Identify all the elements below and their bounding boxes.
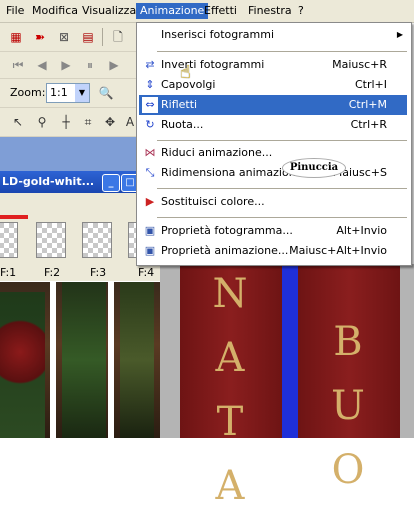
menu-item-ridimensiona-animazione[interactable]: ⤡ Ridimensiona animazione... Maiusc+S [139,163,407,183]
grid-icon[interactable]: ▦ [8,29,24,45]
frame-thumbnail[interactable] [82,222,112,258]
frame-thumbnail[interactable] [36,222,66,258]
vertical-text-left: N A T A [210,262,250,518]
menu-item-label: Proprietà fotogramma... [161,224,293,237]
menu-item-label: Proprietà animazione... [161,244,289,257]
resize-icon: ⤡ [145,166,155,179]
layers-icon[interactable]: ▤ [80,29,96,45]
tree-image [62,282,106,438]
toolbar-standard: ▦ ➽ ⊠ ▤ 🗋 [0,23,136,52]
animazione-menu: Inserisci fotogrammi ▶ ⇄ Inverti fotogra… [136,22,412,266]
menu-separator [157,51,407,52]
menu-item-label: Riduci animazione... [161,146,273,159]
animation-properties-icon: ▣ [144,244,156,257]
frame-label: F:1 [0,266,17,279]
letter: B [333,319,363,365]
letter: T [216,399,244,445]
replace-color-icon: ▶ [145,195,155,208]
menu-effetti[interactable]: Effetti [200,3,241,19]
toolbar-separator [102,28,103,46]
divider [50,282,56,438]
frame-properties-icon: ▣ [144,224,156,237]
menu-item-ruota[interactable]: ↻ Ruota... Ctrl+R [139,115,407,135]
zoom-select[interactable]: 1:1 ▼ [46,83,90,103]
pointer-icon[interactable]: ↖ [10,114,26,130]
chevron-down-icon[interactable]: ▼ [75,84,89,102]
reverse-frames-icon: ⇄ [145,58,155,71]
menu-separator [157,140,407,141]
menu-item-shortcut: Ctrl+M [348,98,387,111]
menu-item-shortcut: Maiusc+Alt+Invio [289,244,387,257]
zoom-in-icon[interactable]: 🔍 [98,85,114,101]
toolbar-zoom: Zoom: 1:1 ▼ 🔍 [0,79,136,108]
mirror-horizontal-icon: ⇔ [142,97,158,113]
letter: A [215,463,245,509]
move-icon[interactable]: ✥ [102,114,118,130]
rotate-icon: ↻ [145,118,155,131]
submenu-arrow-icon: ▶ [396,30,403,39]
selected-frame-indicator [0,215,28,219]
letter: A [215,335,245,381]
hand-cursor-icon: ☝ [180,62,191,83]
menu-visualizza[interactable]: Visualizza [78,3,140,19]
menu-item-shortcut: Alt+Invio [336,224,387,237]
brush-icon[interactable]: ➽ [32,29,48,45]
menu-file[interactable]: File [2,3,28,19]
toolbar-tools: ↖ ⚲ ┼ ⌗ ✥ A [0,108,136,137]
reduce-animation-icon: ⋈ [144,146,156,159]
new-document-icon[interactable]: 🗋 [110,29,126,45]
minimize-icon[interactable]: _ [102,174,120,192]
menu-item-proprieta-fotogramma[interactable]: ▣ Proprietà fotogramma... Alt+Invio [139,221,407,241]
menu-item-shortcut: Maiusc+R [332,58,387,71]
menu-bar: File Modifica Visualizza Animazione Effe… [0,0,414,23]
menu-separator [157,217,407,218]
menu-item-shortcut: Ctrl+I [354,78,387,91]
frame-preview-image [0,282,160,438]
zoom-value: 1:1 [50,86,68,99]
menu-modifica[interactable]: Modifica [28,3,82,19]
watermark-logo: Pinuccia [282,158,346,178]
menu-finestra[interactable]: Finestra [244,3,296,19]
menu-item-label: Inserisci fotogrammi [161,28,275,41]
play-icon[interactable]: ▶ [58,57,74,73]
menu-item-label: Inverti fotogrammi [161,58,265,71]
frame-thumbnail[interactable] [0,222,18,258]
letter: N [212,271,248,317]
magnify-icon[interactable]: ⚲ [34,114,50,130]
next-frame-icon[interactable]: ▶ [106,57,122,73]
vertical-text-right: B U O [328,310,368,502]
menu-item-sostituisci-colore[interactable]: ▶ Sostituisci colore... [139,192,407,212]
crosshair-icon[interactable]: ┼ [58,114,74,130]
workspace-bar [0,137,136,171]
document-title-bar[interactable]: LD-gold-whit... _ □ [0,171,150,193]
frame-label: F:3 [90,266,107,279]
document-title: LD-gold-whit... [2,175,95,188]
menu-item-label: Sostituisci colore... [161,195,265,208]
toolbar-playback: ⏮ ◀ ▶ ⏸ ▶ [0,52,136,79]
menu-item-shortcut: Ctrl+R [350,118,387,131]
first-frame-icon[interactable]: ⏮ [10,57,26,73]
letter: O [331,447,365,493]
wreath-image [0,292,45,438]
tree-image [120,282,154,438]
menu-item-proprieta-animazione[interactable]: ▣ Proprietà animazione... Maiusc+Alt+Inv… [139,241,407,261]
crop-tool-icon[interactable]: ⌗ [80,114,96,130]
flip-vertical-icon: ⇕ [145,78,155,91]
zoom-label: Zoom: [10,86,46,99]
frame-label: F:2 [44,266,61,279]
menu-item-rifletti[interactable]: ⇔ Rifletti Ctrl+M [139,95,407,115]
menu-item-inserisci-fotogrammi[interactable]: Inserisci fotogrammi ▶ [139,25,407,45]
previous-frame-icon[interactable]: ◀ [34,57,50,73]
menu-separator [157,188,407,189]
pause-icon[interactable]: ⏸ [82,57,98,73]
frame-label: F:4 [138,266,155,279]
crop-icon[interactable]: ⊠ [56,29,72,45]
letter: U [331,383,365,429]
menu-help[interactable]: ? [294,3,308,19]
menu-animazione[interactable]: Animazione [136,3,209,19]
menu-item-label: Rifletti [161,98,198,111]
divider [108,282,114,438]
menu-item-riduci-animazione[interactable]: ⋈ Riduci animazione... [139,143,407,163]
menu-item-label: Ruota... [161,118,204,131]
